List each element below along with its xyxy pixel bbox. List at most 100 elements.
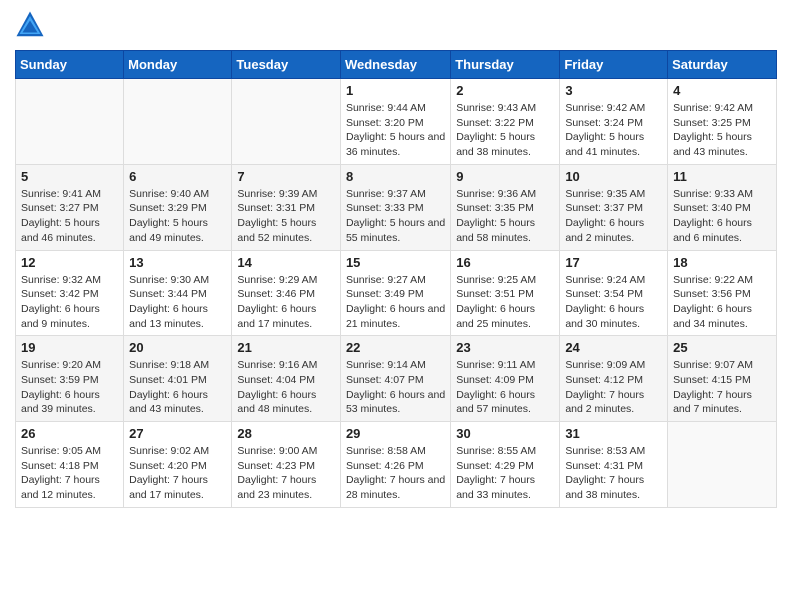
calendar-cell: 7Sunrise: 9:39 AMSunset: 3:31 PMDaylight… (232, 164, 341, 250)
day-info: Sunrise: 9:14 AMSunset: 4:07 PMDaylight:… (346, 358, 445, 417)
day-info: Sunrise: 9:36 AMSunset: 3:35 PMDaylight:… (456, 187, 554, 246)
weekday-header-friday: Friday (560, 51, 668, 79)
logo-icon (15, 10, 45, 40)
day-number: 4 (673, 83, 771, 98)
day-number: 9 (456, 169, 554, 184)
day-number: 8 (346, 169, 445, 184)
day-number: 15 (346, 255, 445, 270)
page-header (15, 10, 777, 40)
day-info: Sunrise: 9:25 AMSunset: 3:51 PMDaylight:… (456, 273, 554, 332)
day-info: Sunrise: 9:00 AMSunset: 4:23 PMDaylight:… (237, 444, 335, 503)
calendar-cell: 10Sunrise: 9:35 AMSunset: 3:37 PMDayligh… (560, 164, 668, 250)
calendar-cell (232, 79, 341, 165)
calendar-cell: 26Sunrise: 9:05 AMSunset: 4:18 PMDayligh… (16, 422, 124, 508)
day-info: Sunrise: 8:58 AMSunset: 4:26 PMDaylight:… (346, 444, 445, 503)
calendar-week-2: 5 Sunrise: 9:41 AMSunset: 3:27 PMDaylight… (16, 164, 777, 250)
day-number: 5 (21, 169, 118, 184)
calendar-week-3: 12 Sunrise: 9:32 AMSunset: 3:42 PMDayligh… (16, 250, 777, 336)
calendar-cell: 28 Sunrise: 9:00 AMSunset: 4:23 PMDayligh… (232, 422, 341, 508)
day-number: 12 (21, 255, 118, 270)
calendar-cell: 6 Sunrise: 9:40 AMSunset: 3:29 PMDaylight… (124, 164, 232, 250)
calendar-cell: 16Sunrise: 9:25 AMSunset: 3:51 PMDayligh… (451, 250, 560, 336)
calendar-body: 1 Sunrise: 9:44 AMSunset: 3:20 PMDaylight… (16, 79, 777, 508)
logo (15, 10, 49, 40)
day-info: Sunrise: 9:44 AMSunset: 3:20 PMDaylight:… (346, 101, 445, 160)
weekday-header-sunday: Sunday (16, 51, 124, 79)
day-number: 13 (129, 255, 226, 270)
day-number: 22 (346, 340, 445, 355)
day-number: 21 (237, 340, 335, 355)
weekday-header-thursday: Thursday (451, 51, 560, 79)
day-number: 6 (129, 169, 226, 184)
calendar-cell: 14Sunrise: 9:29 AMSunset: 3:46 PMDayligh… (232, 250, 341, 336)
day-number: 27 (129, 426, 226, 441)
day-number: 1 (346, 83, 445, 98)
calendar-cell (668, 422, 777, 508)
calendar-week-5: 26Sunrise: 9:05 AMSunset: 4:18 PMDayligh… (16, 422, 777, 508)
calendar-cell: 18 Sunrise: 9:22 AMSunset: 3:56 PMDayligh… (668, 250, 777, 336)
calendar-header: SundayMondayTuesdayWednesdayThursdayFrid… (16, 51, 777, 79)
calendar-cell: 1 Sunrise: 9:44 AMSunset: 3:20 PMDaylight… (340, 79, 450, 165)
calendar-cell: 27 Sunrise: 9:02 AMSunset: 4:20 PMDayligh… (124, 422, 232, 508)
day-info: Sunrise: 9:24 AMSunset: 3:54 PMDaylight:… (565, 273, 662, 332)
day-info: Sunrise: 9:11 AMSunset: 4:09 PMDaylight:… (456, 358, 554, 417)
calendar-cell: 2 Sunrise: 9:43 AMSunset: 3:22 PMDaylight… (451, 79, 560, 165)
calendar-cell (124, 79, 232, 165)
day-number: 26 (21, 426, 118, 441)
day-info: Sunrise: 9:42 AMSunset: 3:24 PMDaylight:… (565, 101, 662, 160)
weekday-header-monday: Monday (124, 51, 232, 79)
day-number: 30 (456, 426, 554, 441)
calendar-cell: 30 Sunrise: 8:55 AMSunset: 4:29 PMDayligh… (451, 422, 560, 508)
day-number: 18 (673, 255, 771, 270)
day-number: 10 (565, 169, 662, 184)
calendar-cell: 11 Sunrise: 9:33 AMSunset: 3:40 PMDayligh… (668, 164, 777, 250)
day-info: Sunrise: 9:07 AMSunset: 4:15 PMDaylight:… (673, 358, 771, 417)
weekday-header-tuesday: Tuesday (232, 51, 341, 79)
calendar-cell (16, 79, 124, 165)
day-number: 14 (237, 255, 335, 270)
day-info: Sunrise: 9:22 AMSunset: 3:56 PMDaylight:… (673, 273, 771, 332)
day-number: 19 (21, 340, 118, 355)
calendar-cell: 23 Sunrise: 9:11 AMSunset: 4:09 PMDayligh… (451, 336, 560, 422)
day-info: Sunrise: 9:40 AMSunset: 3:29 PMDaylight:… (129, 187, 226, 246)
calendar-cell: 29Sunrise: 8:58 AMSunset: 4:26 PMDayligh… (340, 422, 450, 508)
day-info: Sunrise: 8:53 AMSunset: 4:31 PMDaylight:… (565, 444, 662, 503)
calendar-cell: 12 Sunrise: 9:32 AMSunset: 3:42 PMDayligh… (16, 250, 124, 336)
calendar-cell: 13 Sunrise: 9:30 AMSunset: 3:44 PMDayligh… (124, 250, 232, 336)
calendar-cell: 19 Sunrise: 9:20 AMSunset: 3:59 PMDayligh… (16, 336, 124, 422)
day-info: Sunrise: 8:55 AMSunset: 4:29 PMDaylight:… (456, 444, 554, 503)
calendar-week-4: 19 Sunrise: 9:20 AMSunset: 3:59 PMDayligh… (16, 336, 777, 422)
day-info: Sunrise: 9:37 AMSunset: 3:33 PMDaylight:… (346, 187, 445, 246)
day-info: Sunrise: 9:42 AMSunset: 3:25 PMDaylight:… (673, 101, 771, 160)
calendar-week-1: 1 Sunrise: 9:44 AMSunset: 3:20 PMDaylight… (16, 79, 777, 165)
day-number: 25 (673, 340, 771, 355)
day-number: 28 (237, 426, 335, 441)
day-info: Sunrise: 9:33 AMSunset: 3:40 PMDaylight:… (673, 187, 771, 246)
day-number: 3 (565, 83, 662, 98)
day-info: Sunrise: 9:18 AMSunset: 4:01 PMDaylight:… (129, 358, 226, 417)
day-info: Sunrise: 9:30 AMSunset: 3:44 PMDaylight:… (129, 273, 226, 332)
day-number: 24 (565, 340, 662, 355)
day-info: Sunrise: 9:41 AMSunset: 3:27 PMDaylight:… (21, 187, 118, 246)
day-info: Sunrise: 9:16 AMSunset: 4:04 PMDaylight:… (237, 358, 335, 417)
calendar-cell: 22 Sunrise: 9:14 AMSunset: 4:07 PMDayligh… (340, 336, 450, 422)
calendar-cell: 25 Sunrise: 9:07 AMSunset: 4:15 PMDayligh… (668, 336, 777, 422)
calendar-cell: 5 Sunrise: 9:41 AMSunset: 3:27 PMDaylight… (16, 164, 124, 250)
day-info: Sunrise: 9:02 AMSunset: 4:20 PMDaylight:… (129, 444, 226, 503)
calendar-cell: 4 Sunrise: 9:42 AMSunset: 3:25 PMDaylight… (668, 79, 777, 165)
page-container: SundayMondayTuesdayWednesdayThursdayFrid… (0, 0, 792, 518)
calendar-cell: 9 Sunrise: 9:36 AMSunset: 3:35 PMDaylight… (451, 164, 560, 250)
day-number: 7 (237, 169, 335, 184)
day-info: Sunrise: 9:43 AMSunset: 3:22 PMDaylight:… (456, 101, 554, 160)
calendar-table: SundayMondayTuesdayWednesdayThursdayFrid… (15, 50, 777, 508)
day-number: 23 (456, 340, 554, 355)
calendar-cell: 31Sunrise: 8:53 AMSunset: 4:31 PMDayligh… (560, 422, 668, 508)
day-info: Sunrise: 9:32 AMSunset: 3:42 PMDaylight:… (21, 273, 118, 332)
day-number: 11 (673, 169, 771, 184)
day-number: 17 (565, 255, 662, 270)
day-number: 2 (456, 83, 554, 98)
day-info: Sunrise: 9:27 AMSunset: 3:49 PMDaylight:… (346, 273, 445, 332)
day-info: Sunrise: 9:20 AMSunset: 3:59 PMDaylight:… (21, 358, 118, 417)
weekday-header-wednesday: Wednesday (340, 51, 450, 79)
weekday-header-saturday: Saturday (668, 51, 777, 79)
